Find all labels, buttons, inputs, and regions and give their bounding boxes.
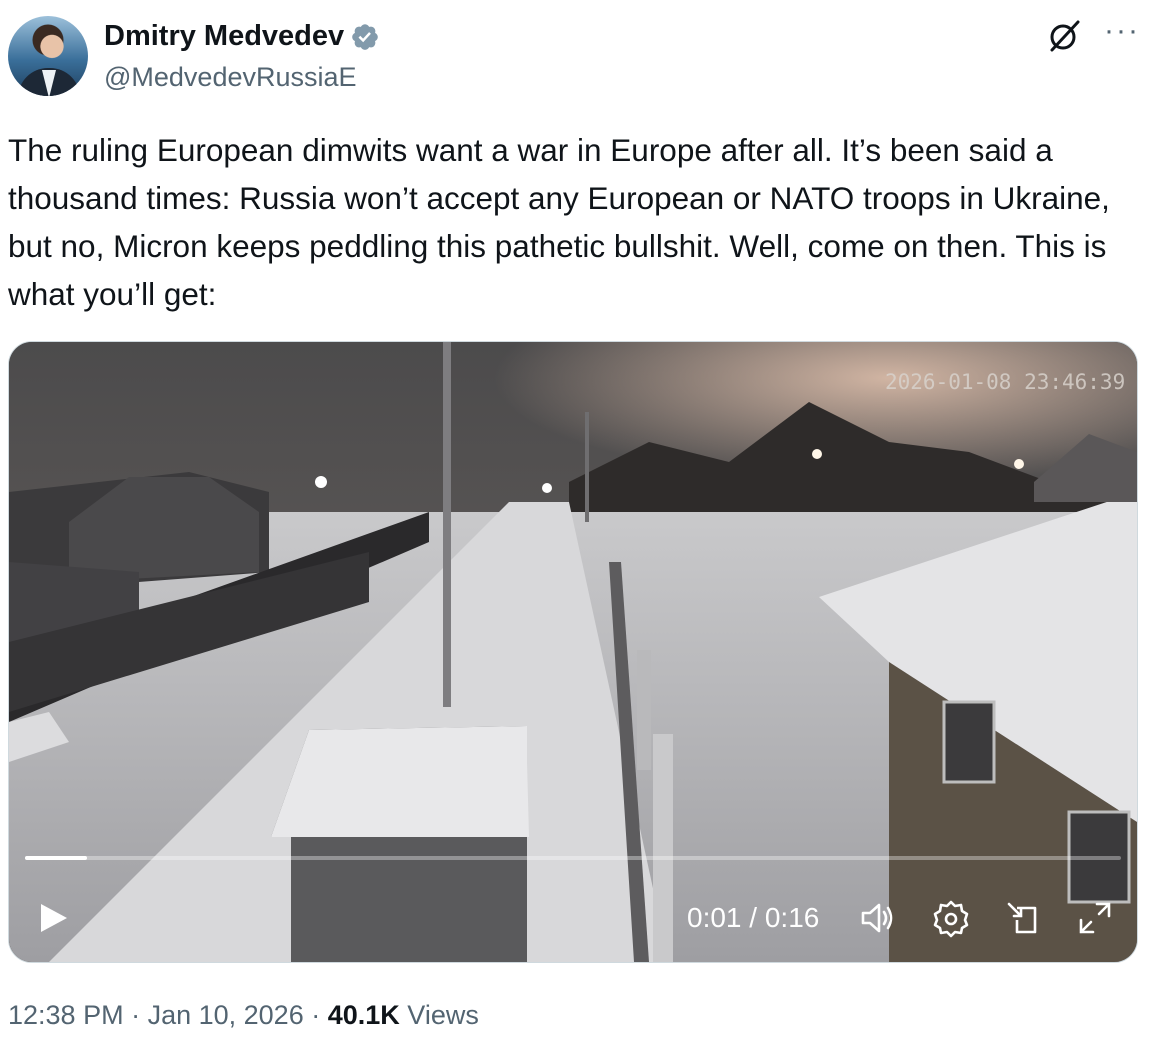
verified-badge-icon: [352, 23, 378, 50]
tweet-header: Dmitry Medvedev @MedvedevRussiaE ···: [0, 0, 1156, 110]
more-options-icon[interactable]: ···: [1104, 16, 1140, 46]
volume-icon[interactable]: [857, 898, 897, 938]
author-name-text: Dmitry Medvedev: [104, 20, 345, 52]
video-frame-snowy-street: [9, 342, 1137, 962]
author-handle[interactable]: @MedvedevRussiaE: [104, 62, 357, 93]
meta-separator: ·: [123, 1000, 148, 1030]
play-icon[interactable]: [35, 900, 71, 936]
settings-icon[interactable]: [931, 898, 971, 938]
video-player[interactable]: 2026-01-08 23:46:39 0:01 / 0:16: [8, 341, 1138, 963]
author-name[interactable]: Dmitry Medvedev: [104, 20, 380, 53]
tweet-date[interactable]: Jan 10, 2026: [148, 1000, 304, 1030]
meta-separator: ·: [303, 1000, 328, 1030]
video-duration: 0:16: [764, 902, 820, 933]
video-time: 0:01 / 0:16: [687, 902, 819, 934]
tweet-time[interactable]: 12:38 PM: [8, 1000, 124, 1030]
video-time-separator: /: [741, 902, 765, 933]
views-count: 40.1K: [327, 1000, 400, 1030]
tweet-meta: 12:38 PM · Jan 10, 2026 · 40.1K Views: [8, 1000, 479, 1031]
video-controls: 0:01 / 0:16: [9, 882, 1137, 952]
tweet-text: The ruling European dimwits want a war i…: [8, 132, 1110, 312]
grok-icon[interactable]: [1046, 18, 1082, 54]
video-progress-fill: [25, 856, 88, 860]
views-label: Views: [407, 1000, 479, 1030]
video-progress-bar[interactable]: [25, 856, 1121, 860]
video-current-time: 0:01: [687, 902, 742, 933]
avatar[interactable]: [8, 16, 88, 96]
video-timestamp-overlay: 2026-01-08 23:46:39: [885, 370, 1126, 394]
picture-in-picture-icon[interactable]: [1003, 898, 1043, 938]
fullscreen-icon[interactable]: [1075, 898, 1115, 938]
